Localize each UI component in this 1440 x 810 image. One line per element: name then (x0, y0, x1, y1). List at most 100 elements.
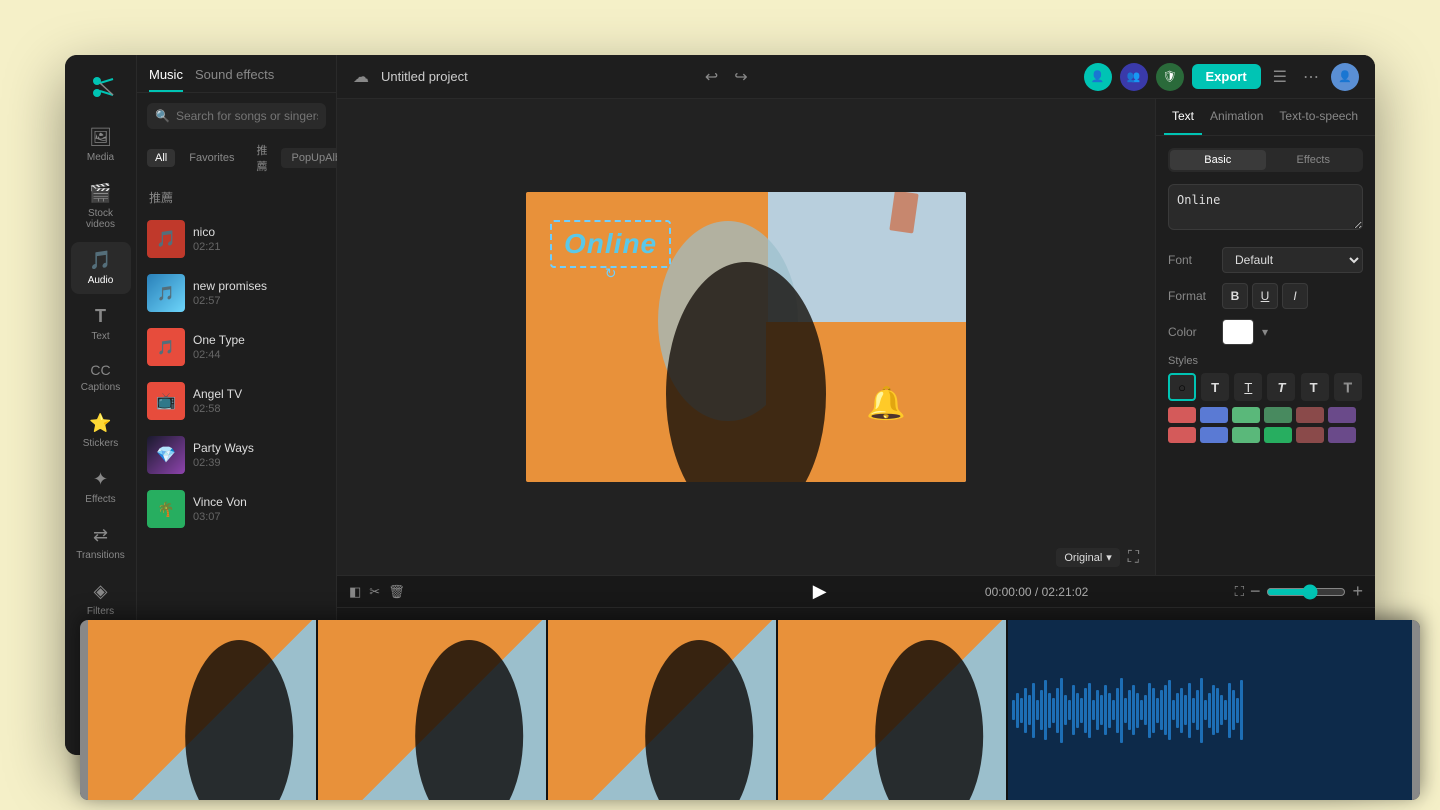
style-color-8[interactable] (1200, 427, 1228, 443)
text-icon: T (95, 306, 106, 327)
audio-icon: 🎵 (89, 250, 111, 271)
search-icon: 🔍 (155, 109, 170, 123)
aspect-ratio-button[interactable]: Original ▾ (1056, 548, 1119, 567)
text-content-input[interactable]: Online (1168, 184, 1363, 230)
list-item[interactable]: 🎵 One Type 02:44 (137, 320, 336, 374)
search-input[interactable] (176, 109, 318, 123)
fullscreen-button[interactable]: ⛶ (1128, 549, 1139, 567)
zoom-out-button[interactable]: − (1250, 581, 1261, 602)
thumb-3 (548, 620, 778, 800)
search-bar[interactable]: 🔍 (147, 103, 326, 129)
clip-icon-button[interactable]: ◧ (349, 584, 361, 600)
sidebar-item-transitions[interactable]: ⇄ Transitions (71, 517, 131, 569)
sidebar-item-captions[interactable]: CC Captions (71, 354, 131, 401)
format-buttons: B U I (1222, 283, 1308, 309)
style-2[interactable]: T (1234, 373, 1262, 401)
style-1[interactable]: T (1201, 373, 1229, 401)
play-button[interactable]: ▶ (813, 581, 827, 602)
tab-music[interactable]: Music (149, 67, 183, 92)
color-swatch[interactable] (1222, 319, 1254, 345)
subtab-basic[interactable]: Basic (1170, 150, 1266, 170)
style-color-7[interactable] (1168, 427, 1196, 443)
app-logo[interactable] (83, 69, 119, 105)
thumb-1 (88, 620, 318, 800)
style-4[interactable]: T (1301, 373, 1329, 401)
rotate-handle[interactable]: ↻ (605, 265, 617, 282)
track-info: One Type 02:44 (193, 333, 326, 361)
filter-favorites[interactable]: Favorites (181, 149, 242, 167)
track-info: nico 02:21 (193, 225, 326, 253)
style-colors-row-1 (1168, 407, 1363, 423)
color-dropdown-arrow[interactable]: ▾ (1262, 325, 1268, 339)
user-avatar[interactable]: 👤 (1331, 63, 1359, 91)
zoom-slider[interactable] (1266, 584, 1346, 600)
section-label: 推薦 (137, 185, 336, 212)
sidebar-item-media[interactable]: 🖼 Media (71, 119, 131, 171)
style-color-4[interactable] (1264, 407, 1292, 423)
sidebar-item-filters[interactable]: ◈ Filters (71, 573, 131, 625)
stickers-icon: ⭐ (89, 413, 111, 434)
style-color-1[interactable] (1168, 407, 1196, 423)
style-3[interactable]: T (1267, 373, 1295, 401)
style-color-9[interactable] (1232, 427, 1260, 443)
font-label: Font (1168, 253, 1214, 267)
italic-button[interactable]: I (1282, 283, 1308, 309)
style-color-3[interactable] (1232, 407, 1260, 423)
strip-right-handle[interactable] (1412, 620, 1420, 800)
tab-animation[interactable]: Animation (1202, 99, 1271, 135)
list-item[interactable]: 🌴 Vince Von 03:07 (137, 482, 336, 536)
delete-button[interactable]: 🗑 (388, 584, 405, 600)
right-panel-content: Basic Effects Online Font Default (1156, 136, 1375, 575)
time-display: 00:00:00 / 02:21:02 (847, 585, 1227, 599)
avatar-primary[interactable]: 👤 (1084, 63, 1112, 91)
tab-tts[interactable]: Text-to-speech (1271, 99, 1366, 135)
music-tabs: Music Sound effects (137, 55, 336, 93)
style-5[interactable]: T (1334, 373, 1362, 401)
format-label: Format (1168, 289, 1214, 303)
style-color-12[interactable] (1328, 427, 1356, 443)
style-color-10[interactable] (1264, 427, 1292, 443)
filter-bar: All Favorites 推薦 PopUpAlbum (137, 139, 336, 185)
style-color-6[interactable] (1328, 407, 1356, 423)
avatar-shield[interactable]: 🛡 (1156, 63, 1184, 91)
export-button[interactable]: Export (1192, 64, 1261, 89)
style-color-11[interactable] (1296, 427, 1324, 443)
sidebar-item-effects[interactable]: ✦ Effects (71, 461, 131, 513)
filter-recommended[interactable]: 推薦 (248, 139, 275, 177)
list-item[interactable]: 🎵 nico 02:21 (137, 212, 336, 266)
sidebar-item-stock[interactable]: 🎬 Stock videos (71, 175, 131, 238)
header-actions: ↩ ↪ (701, 63, 752, 91)
zoom-in-button[interactable]: + (1352, 581, 1363, 602)
underline-button[interactable]: U (1252, 283, 1278, 309)
zoom-fit-button[interactable]: ⛶ (1235, 584, 1244, 600)
scissors-button[interactable]: ✂ (369, 584, 380, 600)
undo-button[interactable]: ↩ (701, 63, 722, 91)
list-item[interactable]: 📺 Angel TV 02:58 (137, 374, 336, 428)
sidebar-item-text[interactable]: T Text (71, 298, 131, 350)
list-item[interactable]: 🎵 new promises 02:57 (137, 266, 336, 320)
strip-left-handle[interactable] (80, 620, 88, 800)
bold-button[interactable]: B (1222, 283, 1248, 309)
layout-icon-button[interactable]: ☰ (1269, 63, 1291, 91)
subtab-effects[interactable]: Effects (1266, 150, 1362, 170)
video-section: 🔔 Online ↻ Original ▾ (337, 99, 1155, 575)
waveform-strip (1008, 620, 1412, 800)
avatar-secondary[interactable]: 👥 (1120, 63, 1148, 91)
more-icon-button[interactable]: ⋯ (1299, 63, 1323, 91)
sidebar-item-stickers[interactable]: ⭐ Stickers (71, 405, 131, 457)
redo-button[interactable]: ↪ (730, 63, 751, 91)
filter-all[interactable]: All (147, 149, 175, 167)
tab-text[interactable]: Text (1164, 99, 1202, 135)
sidebar-item-audio[interactable]: 🎵 Audio (71, 242, 131, 294)
text-overlay[interactable]: Online ↻ (550, 220, 671, 268)
style-color-5[interactable] (1296, 407, 1324, 423)
list-item[interactable]: 💎 Party Ways 02:39 (137, 428, 336, 482)
header-right: 👤 👥 🛡 Export ☰ ⋯ 👤 (1084, 63, 1360, 91)
style-color-2[interactable] (1200, 407, 1228, 423)
content-area: 🔔 Online ↻ Original ▾ (337, 99, 1375, 575)
style-none[interactable]: ○ (1168, 373, 1196, 401)
font-select[interactable]: Default (1222, 247, 1363, 273)
track-thumbnail: 💎 (147, 436, 185, 474)
tab-sound-effects[interactable]: Sound effects (195, 67, 274, 92)
color-label: Color (1168, 325, 1214, 339)
